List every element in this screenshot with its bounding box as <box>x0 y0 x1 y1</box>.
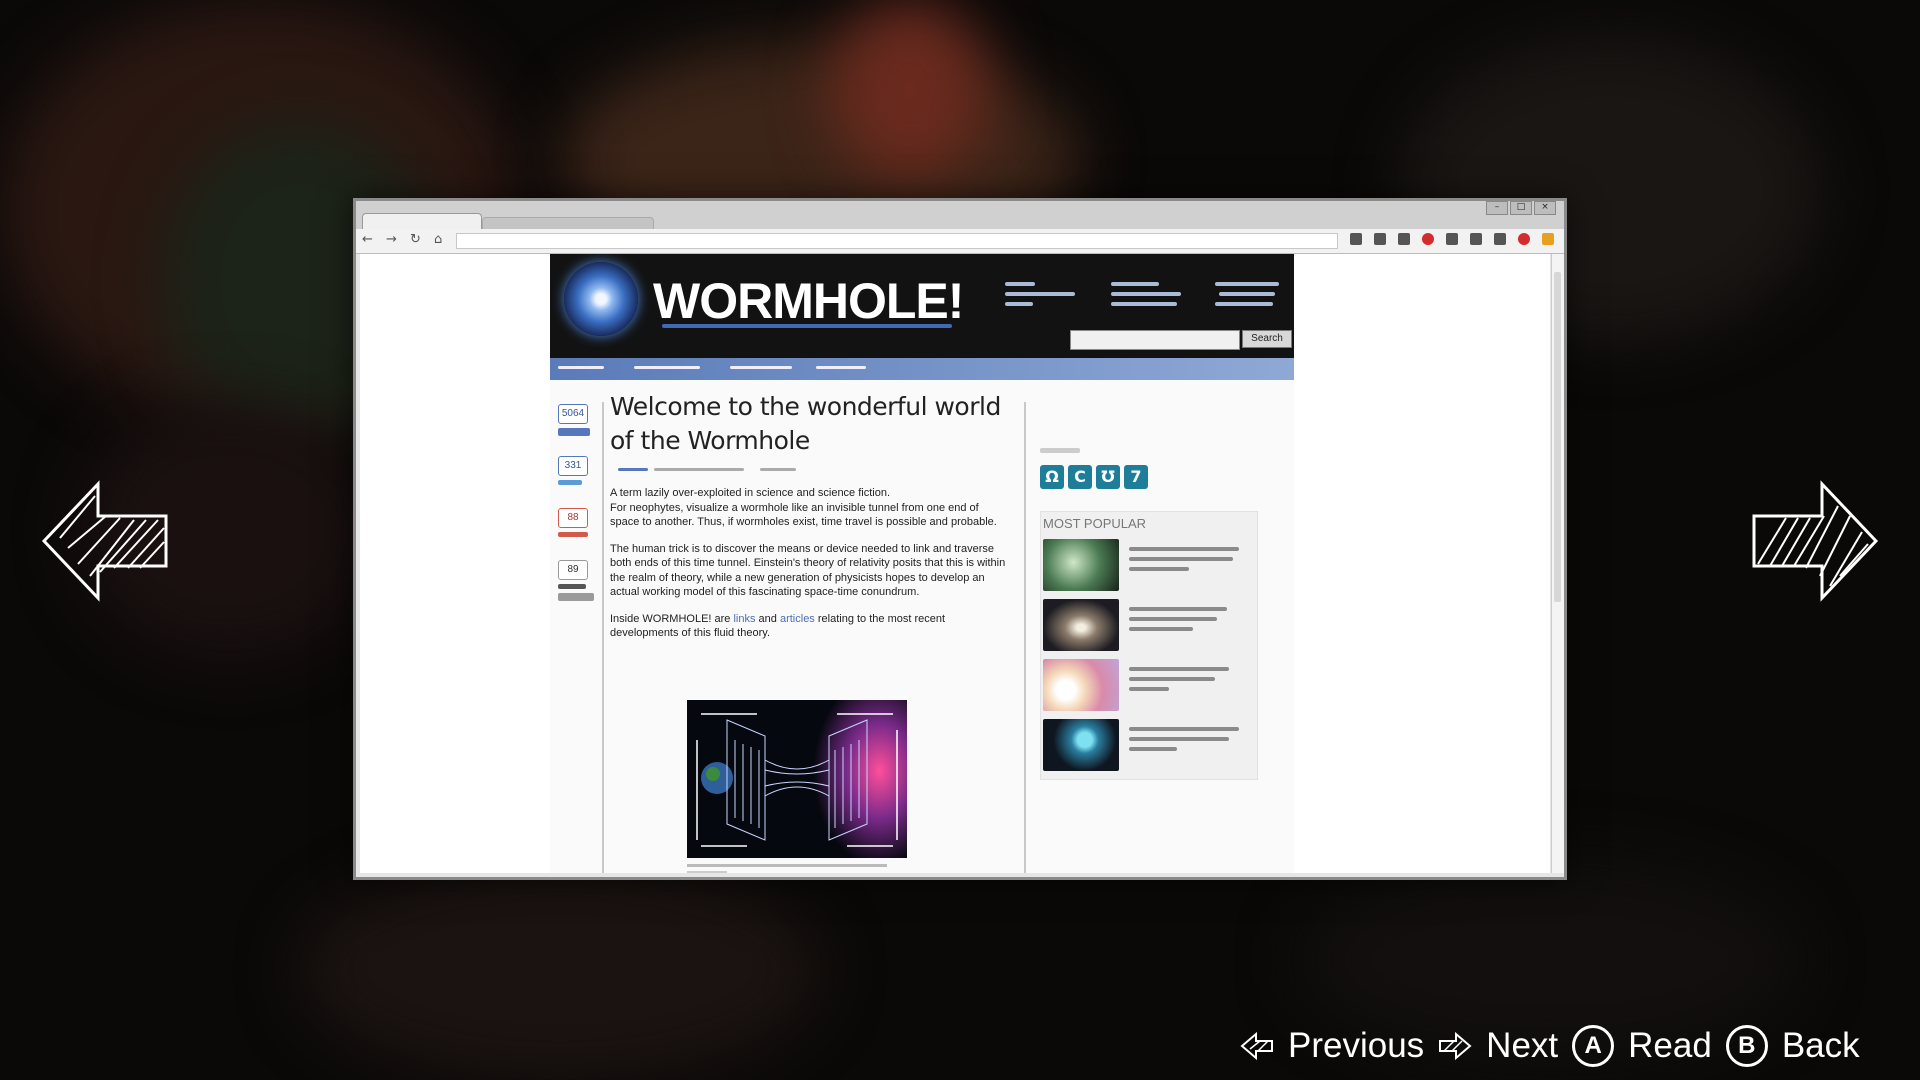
forward-icon[interactable]: → <box>386 232 397 247</box>
social-label <box>1040 448 1080 453</box>
extension-icon[interactable] <box>1422 233 1434 245</box>
control-hints: Previous Next A Read B Back <box>1240 1025 1860 1067</box>
bookmark-icon[interactable] <box>1350 233 1362 245</box>
article-paragraph: Inside WORMHOLE! are links and articles … <box>610 612 946 640</box>
image-caption <box>687 864 887 867</box>
back-icon[interactable]: ← <box>362 232 373 247</box>
share-count: 5064 <box>558 404 588 424</box>
social-button[interactable]: C <box>1068 465 1092 489</box>
share-counters: 5064 331 88 89 <box>558 404 594 612</box>
links-link[interactable]: links <box>733 613 755 625</box>
thumbnail-image <box>1043 599 1119 651</box>
previous-label[interactable]: Previous <box>1288 1026 1424 1066</box>
share-count: 331 <box>558 456 588 476</box>
next-label[interactable]: Next <box>1486 1026 1558 1066</box>
home-icon[interactable]: ⌂ <box>434 232 442 247</box>
column-divider <box>1024 402 1026 873</box>
social-button[interactable]: 7 <box>1124 465 1148 489</box>
most-popular-box: MOST POPULAR <box>1040 511 1258 780</box>
social-button[interactable]: Ω <box>1040 465 1064 489</box>
scrollbar-thumb[interactable] <box>1554 272 1561 602</box>
read-label[interactable]: Read <box>1628 1026 1712 1066</box>
image-caption <box>687 871 727 873</box>
previous-arrow-icon[interactable] <box>40 476 170 606</box>
popular-item[interactable] <box>1041 655 1257 715</box>
share-item[interactable]: 331 <box>558 456 594 508</box>
browser-titlebar: – □ × <box>356 201 1564 230</box>
wormhole-site: WORMHOLE! Search 5064 331 88 89 Welcome … <box>550 254 1294 873</box>
extension-icon[interactable] <box>1398 233 1410 245</box>
next-arrow-icon[interactable] <box>1750 476 1880 606</box>
social-buttons: Ω C Ʊ 7 <box>1040 465 1280 489</box>
article-heading: Welcome to the wonderful world of the Wo… <box>610 392 1001 455</box>
menu-icon[interactable] <box>1542 233 1554 245</box>
share-item[interactable]: 88 <box>558 508 594 560</box>
share-item[interactable]: 5064 <box>558 404 594 456</box>
title-underline <box>662 324 952 328</box>
previous-hint-icon <box>1240 1031 1273 1061</box>
site-nav-strip[interactable] <box>550 358 1294 380</box>
wormhole-logo-icon <box>564 262 638 336</box>
browser-navbar: ← → ↻ ⌂ <box>356 229 1564 254</box>
site-title: WORMHOLE! <box>653 273 964 329</box>
thumbnail-image <box>1043 539 1119 591</box>
b-button-icon: B <box>1725 1025 1768 1067</box>
column-divider <box>602 402 604 873</box>
share-item[interactable]: 89 <box>558 560 594 612</box>
site-header: WORMHOLE! Search <box>550 254 1294 358</box>
article-byline <box>610 468 1010 474</box>
share-count: 89 <box>558 560 588 580</box>
window-controls: – □ × <box>1486 201 1556 215</box>
social-button[interactable]: Ʊ <box>1096 465 1120 489</box>
share-count: 88 <box>558 508 588 528</box>
search-input[interactable] <box>1070 330 1240 350</box>
extension-icon[interactable] <box>1446 233 1458 245</box>
extension-icon[interactable] <box>1494 233 1506 245</box>
thumbnail-image <box>1043 719 1119 771</box>
sidebar: Ω C Ʊ 7 MOST POPULAR <box>1040 444 1280 780</box>
minimize-icon[interactable]: – <box>1486 201 1508 215</box>
article: Welcome to the wonderful world of the Wo… <box>610 390 1010 641</box>
address-bar[interactable] <box>456 233 1338 249</box>
extension-icons <box>1350 233 1554 245</box>
wormhole-diagram-image <box>687 700 907 858</box>
popular-item[interactable] <box>1041 535 1257 595</box>
page-viewport: WORMHOLE! Search 5064 331 88 89 Welcome … <box>360 254 1550 873</box>
scrollbar[interactable] <box>1551 254 1564 873</box>
popular-item[interactable] <box>1041 715 1257 775</box>
maximize-icon[interactable]: □ <box>1510 201 1532 215</box>
next-hint-icon <box>1439 1031 1472 1061</box>
thumbnail-image <box>1043 659 1119 711</box>
back-label[interactable]: Back <box>1782 1026 1860 1066</box>
browser-tab-active[interactable] <box>362 213 482 230</box>
reload-icon[interactable]: ↻ <box>410 232 421 247</box>
most-popular-title: MOST POPULAR <box>1043 516 1147 531</box>
popular-item[interactable] <box>1041 595 1257 655</box>
article-paragraph: The human trick is to discover the means… <box>610 542 1006 599</box>
close-icon[interactable]: × <box>1534 201 1556 215</box>
browser-window: – □ × ← → ↻ ⌂ WORMHOLE! Search 5064 331 … <box>353 198 1567 880</box>
article-paragraph: A term lazily over-exploited in science … <box>610 487 997 528</box>
extension-icon[interactable] <box>1470 233 1482 245</box>
extension-icon[interactable] <box>1374 233 1386 245</box>
extension-icon[interactable] <box>1518 233 1530 245</box>
articles-link[interactable]: articles <box>780 613 815 625</box>
search-button[interactable]: Search <box>1242 330 1292 348</box>
a-button-icon: A <box>1572 1025 1615 1067</box>
